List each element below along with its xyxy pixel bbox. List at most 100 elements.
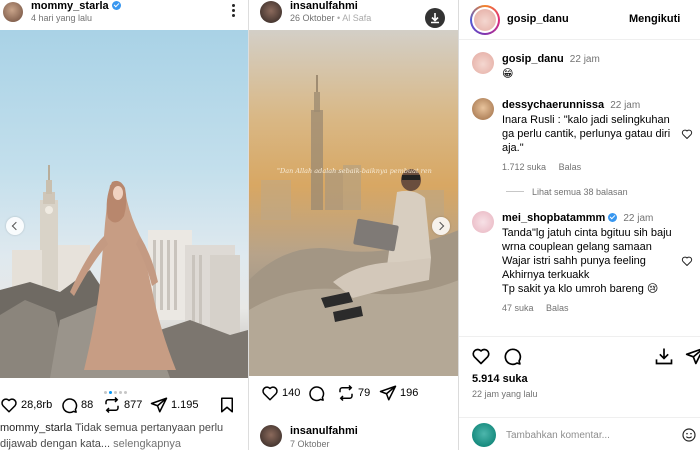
post-date-location: 26 Oktober • Al Safa — [290, 13, 372, 23]
share-count: 1.195 — [171, 399, 199, 411]
see-all-replies-label[interactable]: Lihat semua 38 balasan — [532, 187, 628, 197]
post-actions: 28,8rb 88 877 1.195 — [0, 396, 248, 416]
comment-button[interactable] — [307, 384, 325, 402]
username[interactable]: insanulfahmi — [290, 0, 358, 12]
more-options-icon[interactable] — [229, 4, 237, 18]
share-button[interactable]: 196 — [379, 384, 418, 402]
overlay-quote: "Dan Allah adalah sebaik-baiknya pembuat… — [277, 167, 432, 175]
heart-icon — [1, 398, 17, 413]
comment-likes[interactable]: 1.712 suka — [502, 162, 546, 172]
heart-icon[interactable] — [471, 346, 491, 366]
next-post-date: 7 Oktober — [290, 439, 330, 449]
post-location[interactable]: Al Safa — [342, 13, 371, 23]
download-button[interactable] — [425, 8, 445, 28]
caption-body: gosip_danu 22 jam 😁 — [502, 52, 677, 81]
panel-header: gosip_danu Mengikuti — [459, 0, 700, 40]
comment-icon[interactable] — [502, 346, 522, 366]
posted-ago: 22 jam yang lalu — [472, 389, 538, 399]
comment-meta: 1.712 suka Balas — [502, 160, 677, 174]
bookmark-icon — [221, 397, 233, 413]
like-count: 140 — [282, 387, 301, 399]
following-button[interactable]: Mengikuti — [629, 13, 680, 25]
avatar[interactable] — [470, 5, 500, 35]
comment-body: dessychaerunnissa 22 jam Inara Rusli : "… — [502, 98, 677, 174]
total-likes[interactable]: 5.914 suka — [472, 373, 528, 385]
post-header: insanulfahmi 26 Oktober • Al Safa — [249, 0, 458, 30]
share-icon — [150, 397, 168, 413]
next-post-username[interactable]: insanulfahmi — [290, 425, 358, 437]
see-all-replies[interactable]: Lihat semua 38 balasan — [506, 187, 628, 197]
caption-username[interactable]: gosip_danu — [502, 53, 564, 65]
carousel-dots — [104, 383, 129, 394]
repost-button[interactable]: 79 — [337, 384, 370, 402]
avatar[interactable] — [260, 1, 282, 23]
post-image[interactable]: "Dan Allah adalah sebaik-baiknya pembuat… — [249, 30, 458, 376]
save-button[interactable] — [218, 396, 236, 414]
reply-button[interactable]: Balas — [546, 303, 569, 313]
comment-text: Inara Rusli : "kalo jadi selingkuhan ga … — [502, 114, 671, 154]
repost-icon — [105, 396, 119, 414]
comment-username[interactable]: mei_shopbatammm — [502, 212, 605, 224]
carousel-prev-button[interactable] — [6, 217, 24, 235]
share-count: 196 — [400, 387, 419, 399]
post-image-illustration — [0, 165, 248, 378]
next-post-avatar[interactable] — [260, 425, 282, 447]
avatar[interactable] — [3, 2, 23, 22]
comment-body: mei_shopbatammm 22 jam Tanda"lg jatuh ci… — [502, 211, 677, 315]
username-link[interactable]: mommy_starla — [31, 0, 121, 12]
heart-icon — [262, 386, 278, 401]
download-icon[interactable] — [654, 346, 674, 366]
post-time: 4 hari yang lalu — [31, 13, 93, 23]
carousel-next-button[interactable] — [432, 217, 450, 235]
comment-likes[interactable]: 47 suka — [502, 303, 534, 313]
current-user-avatar — [472, 423, 496, 447]
comment-like-heart-icon[interactable] — [681, 255, 693, 267]
comment-like-heart-icon[interactable] — [681, 128, 693, 140]
comment-text: Tanda"lg jatuh cinta bgituu sih baju wrn… — [502, 227, 672, 295]
add-comment-input[interactable]: Tambahkan komentar... — [506, 430, 610, 441]
feed-post-middle: insanulfahmi 26 Oktober • Al Safa "Dan A… — [248, 0, 458, 450]
avatar[interactable] — [472, 52, 494, 74]
repost-count: 79 — [358, 387, 371, 399]
repost-button[interactable]: 877 — [103, 396, 142, 414]
verified-badge-icon — [111, 1, 121, 10]
username[interactable]: mommy_starla — [31, 0, 109, 12]
comment-icon — [62, 398, 78, 414]
comment-username[interactable]: dessychaerunnissa — [502, 99, 604, 111]
like-button[interactable]: 28,8rb — [0, 396, 52, 414]
post-date: 26 Oktober — [290, 13, 335, 23]
comment-count: 88 — [81, 399, 94, 411]
comment-meta: 47 suka Balas — [502, 301, 677, 315]
post-actions: 140 79 196 — [249, 384, 458, 404]
share-button[interactable]: 1.195 — [150, 396, 199, 414]
caption-username[interactable]: mommy_starla — [0, 422, 72, 434]
comment-time: 22 jam — [610, 100, 641, 111]
caption-emoji: 😁 — [502, 68, 514, 80]
caption-time: 22 jam — [569, 54, 600, 65]
emoji-icon[interactable] — [681, 427, 697, 443]
verified-badge-icon — [608, 213, 618, 222]
avatar[interactable] — [472, 98, 494, 120]
share-icon — [379, 385, 397, 401]
share-icon[interactable] — [685, 346, 700, 366]
post-detail-panel: gosip_danu Mengikuti gosip_danu 22 jam 😁… — [458, 0, 700, 450]
post-header: mommy_starla 4 hari yang lalu — [0, 0, 248, 30]
avatar[interactable] — [472, 211, 494, 233]
download-icon — [431, 13, 439, 24]
post-image[interactable] — [0, 30, 248, 378]
add-comment-row: Tambahkan komentar... — [459, 417, 700, 450]
panel-footer: 5.914 suka 22 jam yang lalu Tambahkan ko… — [459, 336, 700, 450]
like-button[interactable]: 140 — [261, 384, 300, 402]
feed-post-left: mommy_starla 4 hari yang lalu 28,8rb 88 … — [0, 0, 248, 450]
caption-more-link[interactable]: selengkapnya — [113, 438, 181, 450]
post-caption: mommy_starla Tidak semua pertanyaan perl… — [0, 420, 244, 450]
account-username[interactable]: gosip_danu — [507, 13, 569, 25]
comment-icon — [309, 386, 325, 402]
repost-count: 877 — [124, 399, 143, 411]
comment-button[interactable]: 88 — [60, 396, 93, 414]
comment-time: 22 jam — [623, 213, 654, 224]
reply-button[interactable]: Balas — [559, 162, 582, 172]
repost-icon — [339, 384, 353, 402]
post-image-illustration — [249, 75, 458, 376]
like-count: 28,8rb — [21, 399, 53, 411]
